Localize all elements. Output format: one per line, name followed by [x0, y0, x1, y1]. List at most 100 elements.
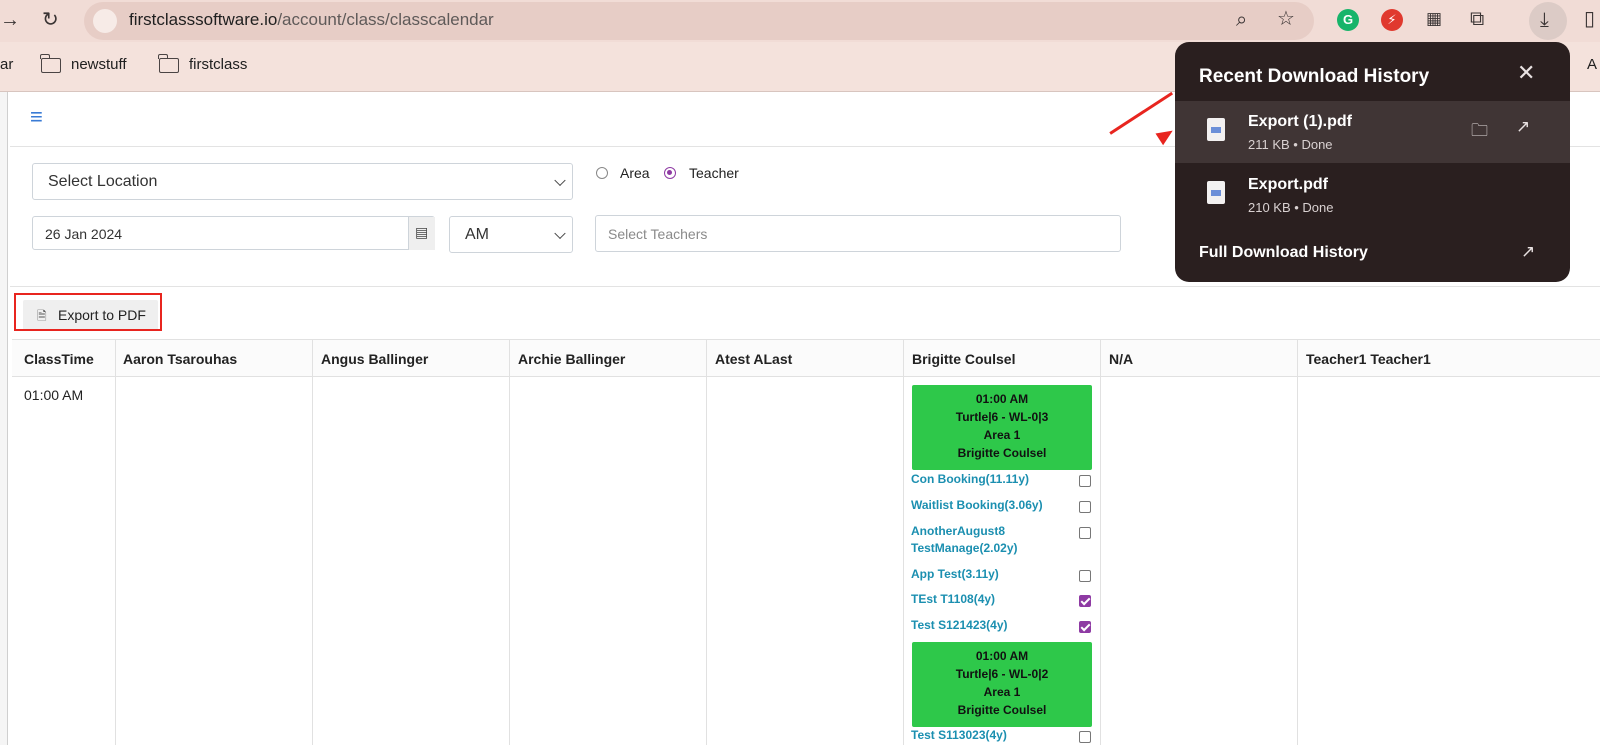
qr-code-icon[interactable]: ▦ [1426, 10, 1442, 27]
download-meta: 211 KB • Done [1248, 137, 1333, 152]
date-input[interactable]: 26 Jan 2024 [32, 216, 435, 250]
class-teacher: Brigitte Coulsel [957, 703, 1047, 717]
location-select-value: Select Location [48, 173, 158, 190]
bookmark-firstclass[interactable]: firstclass [189, 56, 247, 73]
chevron-down-icon [554, 174, 566, 186]
grammarly-icon[interactable]: G [1337, 9, 1359, 31]
bookmark-ar[interactable]: ar [0, 56, 13, 73]
column-divider [312, 339, 313, 745]
booking-checkbox[interactable] [1079, 475, 1091, 487]
browser-toolbar: → ↻ firstclasssoftware.io/account/class/… [0, 0, 1600, 42]
col-header-teacher: Angus Ballinger [321, 351, 429, 367]
close-icon[interactable]: ✕ [1517, 60, 1535, 86]
booking-checkbox[interactable] [1079, 501, 1091, 513]
extensions-puzzle-icon[interactable]: ⧉ [1470, 9, 1484, 29]
class-name: Turtle|6 - WL-0|2 [955, 667, 1049, 681]
class-card[interactable]: 01:00 AM Turtle|6 - WL-0|3 Area 1 Brigit… [912, 385, 1092, 470]
ampm-value: AM [465, 226, 489, 243]
extension-bolt-icon[interactable]: ⚡ [1381, 9, 1403, 31]
col-header-teacher: Atest ALast [715, 351, 793, 367]
column-divider [509, 339, 510, 745]
forward-icon[interactable]: → [0, 10, 20, 30]
downloads-button[interactable]: ⤓ [1529, 2, 1567, 40]
radio-teacher[interactable] [664, 167, 676, 179]
folder-icon [40, 54, 61, 73]
bookmark-star-icon[interactable]: ☆ [1277, 9, 1295, 29]
side-panel-icon[interactable]: ▯ [1584, 9, 1595, 29]
annotation-arrowhead [1155, 124, 1177, 146]
column-divider [706, 339, 707, 745]
class-area: Area 1 [983, 685, 1021, 699]
url-text[interactable]: firstclasssoftware.io/account/class/clas… [129, 10, 494, 30]
booking-link[interactable]: Con Booking(11.11y) [911, 471, 1081, 488]
url-host: firstclasssoftware.io [129, 10, 278, 29]
radio-teacher-label: Teacher [689, 165, 739, 181]
popup-title: Recent Download History [1199, 66, 1430, 87]
download-history-popup: Recent Download History ✕ Export (1).pdf… [1175, 42, 1570, 282]
download-item[interactable]: Export.pdf 210 KB • Done [1175, 164, 1570, 226]
class-calendar-grid: ClassTime Aaron Tsarouhas Angus Ballinge… [12, 339, 1600, 745]
booking-checkbox[interactable] [1079, 570, 1091, 582]
url-path: /account/class/classcalendar [277, 10, 494, 29]
date-value: 26 Jan 2024 [45, 226, 123, 242]
col-header-teacher: N/A [1109, 351, 1134, 367]
radio-area[interactable] [596, 167, 608, 179]
bookmark-newstuff[interactable]: newstuff [71, 56, 127, 73]
open-external-icon[interactable]: ↗ [1516, 117, 1530, 137]
teachers-placeholder: Select Teachers [608, 226, 708, 242]
class-time: 01:00 AM [975, 649, 1029, 663]
ampm-select[interactable]: AM [449, 216, 573, 253]
time-slot-label: 01:00 AM [24, 387, 84, 403]
chevron-down-icon [554, 227, 566, 239]
class-time: 01:00 AM [975, 392, 1029, 406]
booking-link[interactable]: Waitlist Booking(3.06y) [911, 497, 1081, 514]
col-header-teacher: Brigitte Coulsel [912, 351, 1016, 367]
folder-icon [158, 54, 179, 73]
booking-link[interactable]: App Test(3.11y) [911, 566, 1081, 583]
col-header-teacher: Aaron Tsarouhas [123, 351, 238, 367]
radio-area-label: Area [620, 165, 650, 181]
reload-icon[interactable]: ↻ [42, 10, 59, 30]
pdf-file-icon [1207, 181, 1225, 204]
class-card[interactable]: 01:00 AM Turtle|6 - WL-0|2 Area 1 Brigit… [912, 642, 1092, 727]
download-icon: ⤓ [1540, 9, 1549, 31]
booking-link[interactable]: AnotherAugust8 TestManage(2.02y) [911, 523, 1031, 557]
divider [10, 286, 1600, 287]
col-header-teacher: Archie Ballinger [518, 351, 626, 367]
booking-checkbox[interactable] [1079, 595, 1091, 607]
calendar-header: ClassTime Aaron Tsarouhas Angus Ballinge… [12, 339, 1600, 377]
calendar-button[interactable]: ▤ [408, 217, 435, 250]
class-name: Turtle|6 - WL-0|3 [955, 410, 1049, 424]
column-divider [903, 339, 904, 745]
download-filename: Export.pdf [1248, 176, 1328, 193]
left-sidebar-edge [0, 92, 8, 745]
bookmark-a[interactable]: A [1587, 56, 1597, 73]
menu-hamburger-icon[interactable]: ≡ [30, 104, 43, 130]
zoom-icon[interactable]: ⌕ [1236, 10, 1247, 30]
booking-checkbox[interactable] [1079, 527, 1091, 539]
class-area: Area 1 [983, 428, 1021, 442]
column-divider [1100, 339, 1101, 745]
booking-checkbox[interactable] [1079, 731, 1091, 743]
highlight-box [14, 293, 162, 331]
location-select[interactable]: Select Location [32, 163, 573, 200]
calendar-icon: ▤ [415, 224, 429, 240]
column-divider [1297, 339, 1298, 745]
pdf-file-icon [1207, 118, 1225, 141]
download-meta: 210 KB • Done [1248, 200, 1334, 215]
booking-checkbox[interactable] [1079, 621, 1091, 633]
col-header-classtime: ClassTime [24, 351, 94, 367]
full-download-history-link[interactable]: Full Download History [1199, 244, 1368, 262]
download-filename: Export (1).pdf [1248, 113, 1352, 130]
class-teacher: Brigitte Coulsel [957, 446, 1047, 460]
col-header-teacher: Teacher1 Teacher1 [1306, 351, 1431, 367]
site-settings-icon[interactable] [93, 9, 117, 33]
booking-link[interactable]: Test S121423(4y) [911, 617, 1081, 634]
teachers-select[interactable]: Select Teachers [595, 215, 1121, 252]
booking-link[interactable]: Test S113023(4y) [911, 727, 1081, 744]
column-divider [115, 339, 116, 745]
download-item[interactable]: Export (1).pdf 211 KB • Done 🗀 ↗ [1175, 101, 1570, 163]
show-in-folder-icon[interactable]: 🗀 [1471, 118, 1488, 147]
open-external-icon[interactable]: ↗ [1521, 242, 1535, 262]
booking-link[interactable]: TEst T1108(4y) [911, 591, 1081, 608]
